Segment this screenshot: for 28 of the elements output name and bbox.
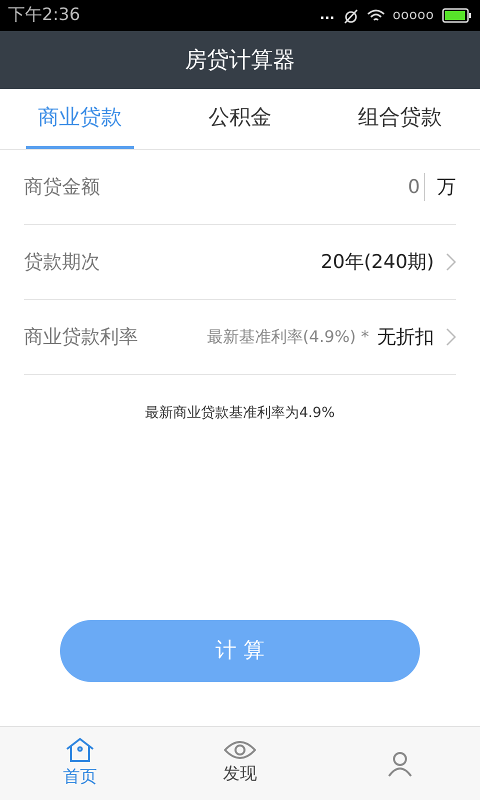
eye-icon [224, 740, 256, 760]
nav-tab[interactable]: 发现 [160, 727, 320, 800]
tab[interactable]: 组合贷款 [346, 89, 454, 149]
window-title: 房贷计算器 [185, 46, 295, 74]
alarm-off-icon [342, 8, 359, 24]
wifi-icon [366, 8, 385, 22]
rate-hint: 最新基准利率(4.9%) * [206, 326, 369, 348]
status-time: 下午2:36 [8, 4, 80, 27]
unit-label: 万 [437, 174, 456, 200]
row-label: 贷款期次 [24, 250, 100, 275]
person-icon [387, 750, 413, 776]
form-row[interactable]: 贷款期次 20年(240期) [24, 225, 456, 300]
amount-input[interactable]: 0 [345, 172, 425, 202]
form-row[interactable]: 商贷金额 0 万 [24, 150, 456, 225]
battery-icon [442, 8, 472, 23]
status-dots: ... [320, 9, 335, 22]
home-icon [65, 736, 95, 763]
row-label: 商业贷款利率 [24, 324, 138, 350]
form-row[interactable]: 商业贷款利率 最新基准利率(4.9%) * 无折扣 [24, 300, 456, 375]
row-value: 20年(240期) [320, 250, 434, 275]
row-value: 无折扣 [377, 324, 434, 350]
carrier-signal: ooooo [392, 6, 434, 25]
chevron-right-icon [446, 253, 456, 271]
rate-note: 最新商业贷款基准利率为4.9% [145, 404, 335, 423]
tab[interactable]: 公积金 [186, 89, 294, 149]
chevron-right-icon [446, 328, 456, 346]
nav-tab[interactable]: 首页 [0, 727, 160, 800]
row-label: 商贷金额 [24, 174, 100, 200]
